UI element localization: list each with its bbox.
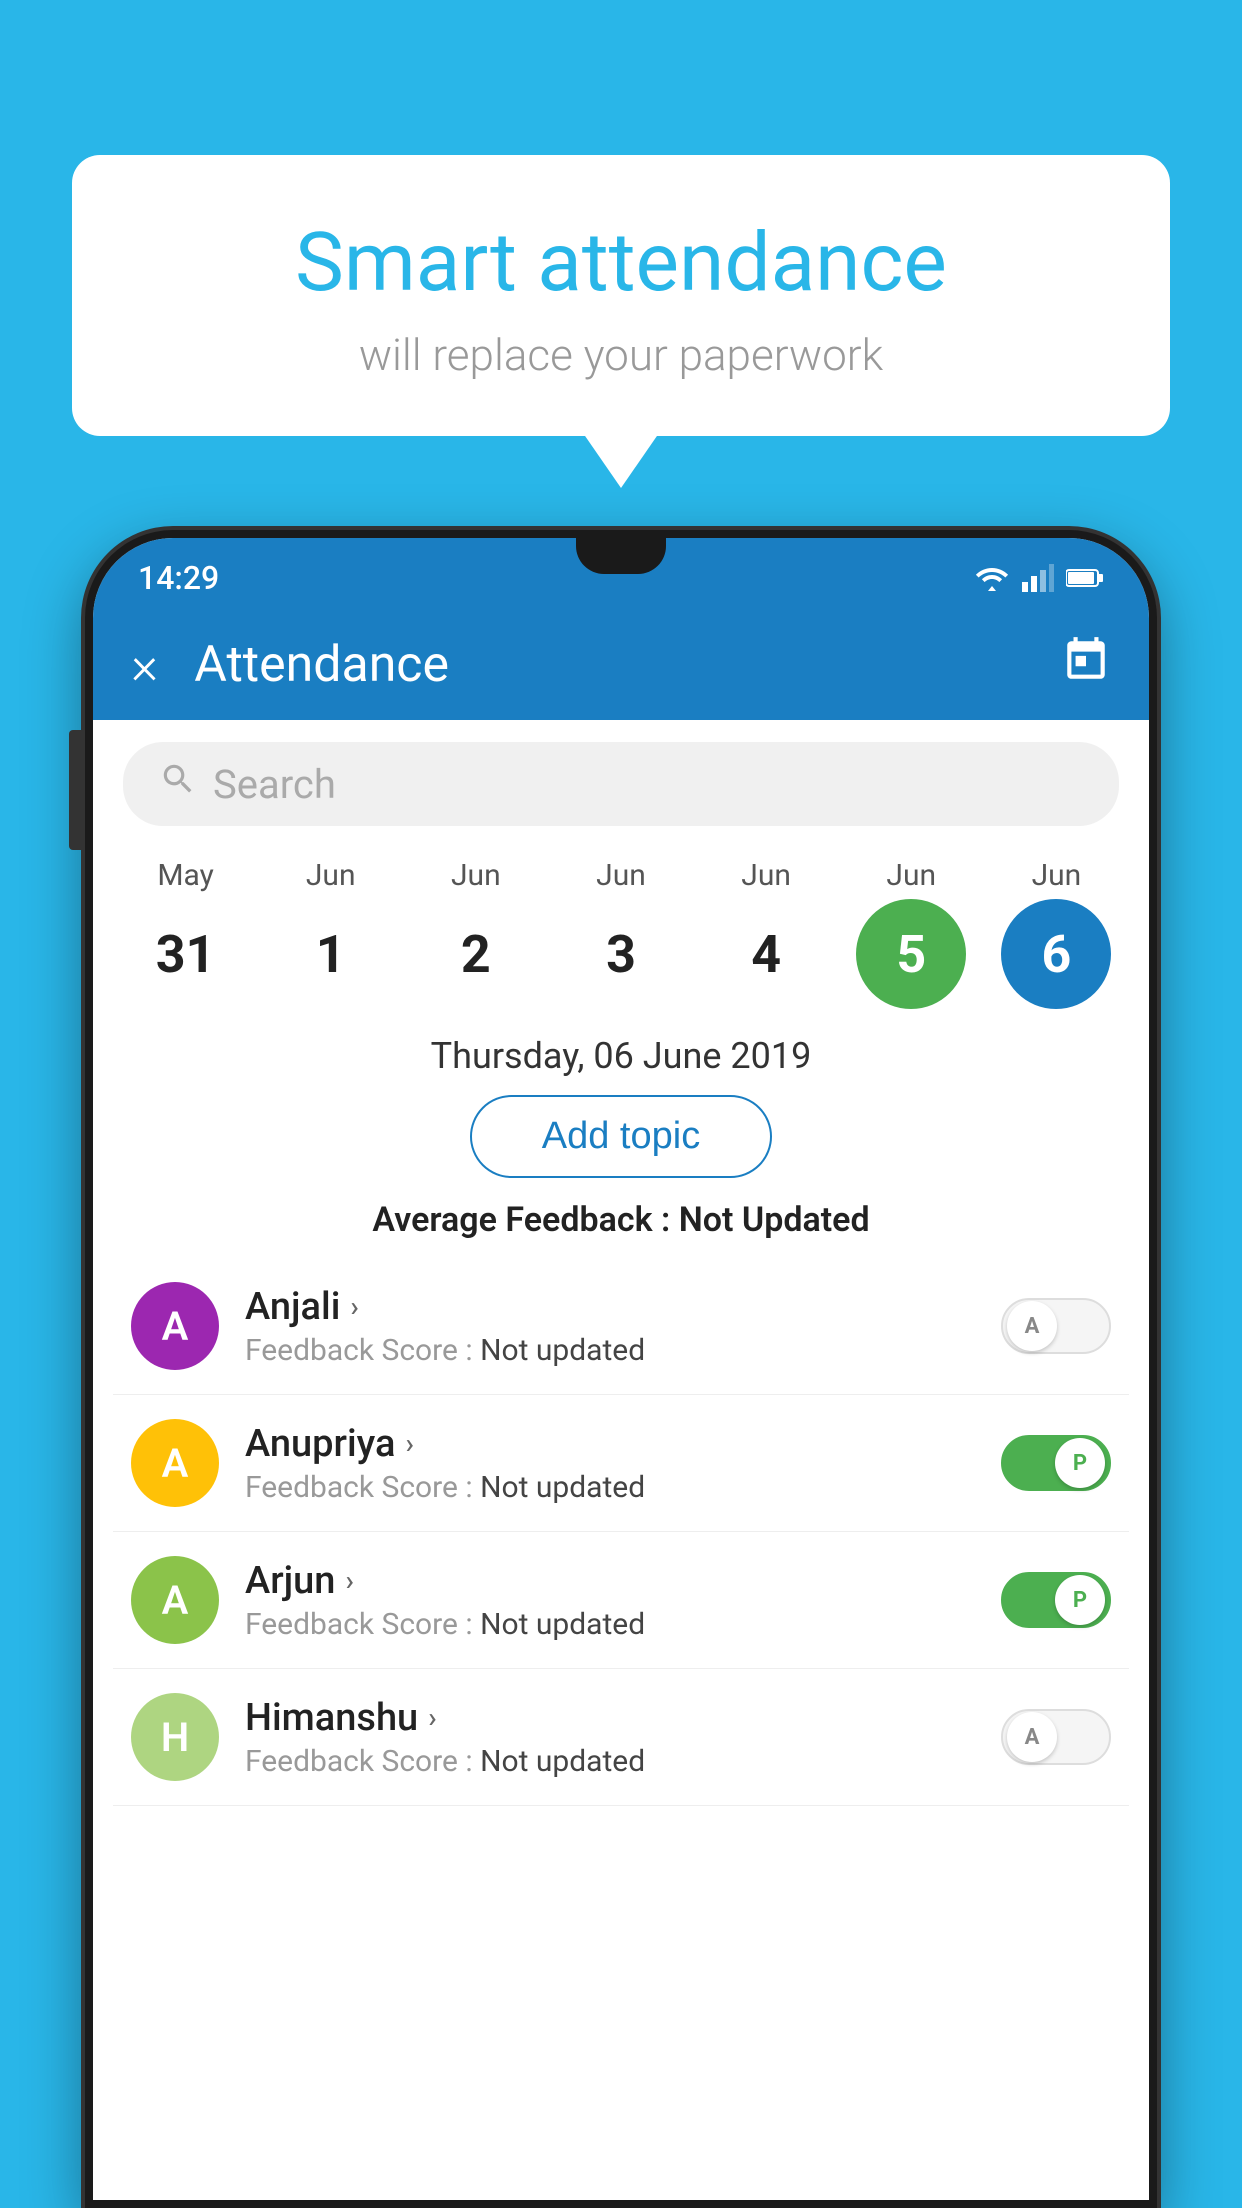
phone-notch [576, 538, 666, 574]
calendar-icon[interactable] [1061, 635, 1111, 696]
avg-feedback: Average Feedback : Not Updated [93, 1200, 1149, 1240]
avatar: H [131, 1693, 219, 1781]
student-info: Arjun › Feedback Score : Not updated [245, 1559, 1001, 1642]
calendar-col[interactable]: Jun 1 [261, 858, 401, 1009]
toggle-knob: A [1007, 1301, 1057, 1351]
chevron-icon: › [345, 1564, 353, 1597]
bubble-title: Smart attendance [132, 215, 1110, 311]
phone-frame: 14:29 [85, 530, 1157, 2208]
chevron-icon: › [350, 1290, 358, 1323]
student-row[interactable]: H Himanshu › Feedback Score : Not updatedA [113, 1669, 1129, 1806]
cal-day[interactable]: 2 [421, 899, 531, 1009]
student-info: Anjali › Feedback Score : Not updated [245, 1285, 1001, 1368]
calendar-row: May 31 Jun 1 Jun 2 Jun 3 Jun 4 Jun 5 Jun 6 [93, 848, 1149, 1009]
calendar-col[interactable]: Jun 3 [551, 858, 691, 1009]
calendar-col[interactable]: Jun 2 [406, 858, 546, 1009]
feedback-score: Feedback Score : Not updated [245, 1607, 1001, 1642]
date-label: Thursday, 06 June 2019 [93, 1035, 1149, 1077]
calendar-col[interactable]: Jun 5 [841, 858, 981, 1009]
feedback-score: Feedback Score : Not updated [245, 1333, 1001, 1368]
toggle-knob: A [1007, 1712, 1057, 1762]
cal-month: Jun [741, 858, 791, 893]
cal-month: Jun [306, 858, 356, 893]
signal-icon [1022, 564, 1054, 592]
bubble-subtitle: will replace your paperwork [132, 329, 1110, 381]
cal-day[interactable]: 1 [276, 899, 386, 1009]
chevron-icon: › [405, 1427, 413, 1460]
search-placeholder: Search [213, 761, 336, 808]
avatar: A [131, 1556, 219, 1644]
calendar-col[interactable]: May 31 [116, 858, 256, 1009]
student-name: Anjali › [245, 1285, 1001, 1329]
student-row[interactable]: AAnjali ›Feedback Score : Not updatedA [113, 1258, 1129, 1395]
toggle-knob: P [1055, 1575, 1105, 1625]
toggle-wrap[interactable]: A [1001, 1298, 1111, 1354]
phone-screen: 14:29 [93, 538, 1149, 2200]
attendance-toggle[interactable]: P [1001, 1572, 1111, 1628]
avatar: A [131, 1419, 219, 1507]
student-row[interactable]: A Anupriya › Feedback Score : Not updated P [113, 1395, 1129, 1532]
avg-feedback-label: Average Feedback : [372, 1200, 678, 1240]
avg-feedback-value: Not Updated [679, 1200, 870, 1240]
toggle-wrap[interactable]: A [1001, 1709, 1111, 1765]
cal-day[interactable]: 6 [1001, 899, 1111, 1009]
battery-icon [1066, 567, 1104, 589]
toggle-wrap[interactable]: P [1001, 1572, 1111, 1628]
student-row[interactable]: A Arjun › Feedback Score : Not updated P [113, 1532, 1129, 1669]
student-name: Arjun › [245, 1559, 1001, 1603]
close-button[interactable]: × [131, 635, 158, 696]
search-bar[interactable]: Search [123, 742, 1119, 826]
attendance-toggle[interactable]: A [1001, 1298, 1111, 1354]
attendance-toggle[interactable]: P [1001, 1435, 1111, 1491]
app-title: Attendance [194, 636, 1061, 694]
cal-month: Jun [1032, 858, 1082, 893]
student-list: AAnjali ›Feedback Score : Not updatedAAA… [93, 1258, 1149, 1806]
calendar-col[interactable]: Jun 6 [986, 858, 1126, 1009]
cal-day[interactable]: 5 [856, 899, 966, 1009]
feedback-score: Feedback Score : Not updated [245, 1470, 1001, 1505]
cal-day[interactable]: 3 [566, 899, 676, 1009]
add-topic-button[interactable]: Add topic [470, 1095, 772, 1178]
speech-bubble-container: Smart attendance will replace your paper… [72, 155, 1170, 436]
toggle-wrap[interactable]: P [1001, 1435, 1111, 1491]
student-info: Anupriya › Feedback Score : Not updated [245, 1422, 1001, 1505]
wifi-icon [974, 564, 1010, 592]
search-icon [159, 760, 197, 808]
student-name: Anupriya › [245, 1422, 1001, 1466]
cal-day[interactable]: 4 [711, 899, 821, 1009]
cal-month: Jun [886, 858, 936, 893]
avatar: A [131, 1282, 219, 1370]
cal-month: Jun [596, 858, 646, 893]
cal-month: Jun [451, 858, 501, 893]
app-bar: × Attendance [93, 610, 1149, 720]
student-info: Himanshu › Feedback Score : Not updated [245, 1696, 1001, 1779]
toggle-knob: P [1055, 1438, 1105, 1488]
attendance-toggle[interactable]: A [1001, 1709, 1111, 1765]
status-icons [974, 564, 1104, 592]
cal-month: May [157, 858, 213, 893]
student-name: Himanshu › [245, 1696, 1001, 1740]
calendar-col[interactable]: Jun 4 [696, 858, 836, 1009]
speech-bubble: Smart attendance will replace your paper… [72, 155, 1170, 436]
status-time: 14:29 [138, 559, 219, 597]
chevron-icon: › [428, 1701, 436, 1734]
feedback-score: Feedback Score : Not updated [245, 1744, 1001, 1779]
cal-day[interactable]: 31 [131, 899, 241, 1009]
